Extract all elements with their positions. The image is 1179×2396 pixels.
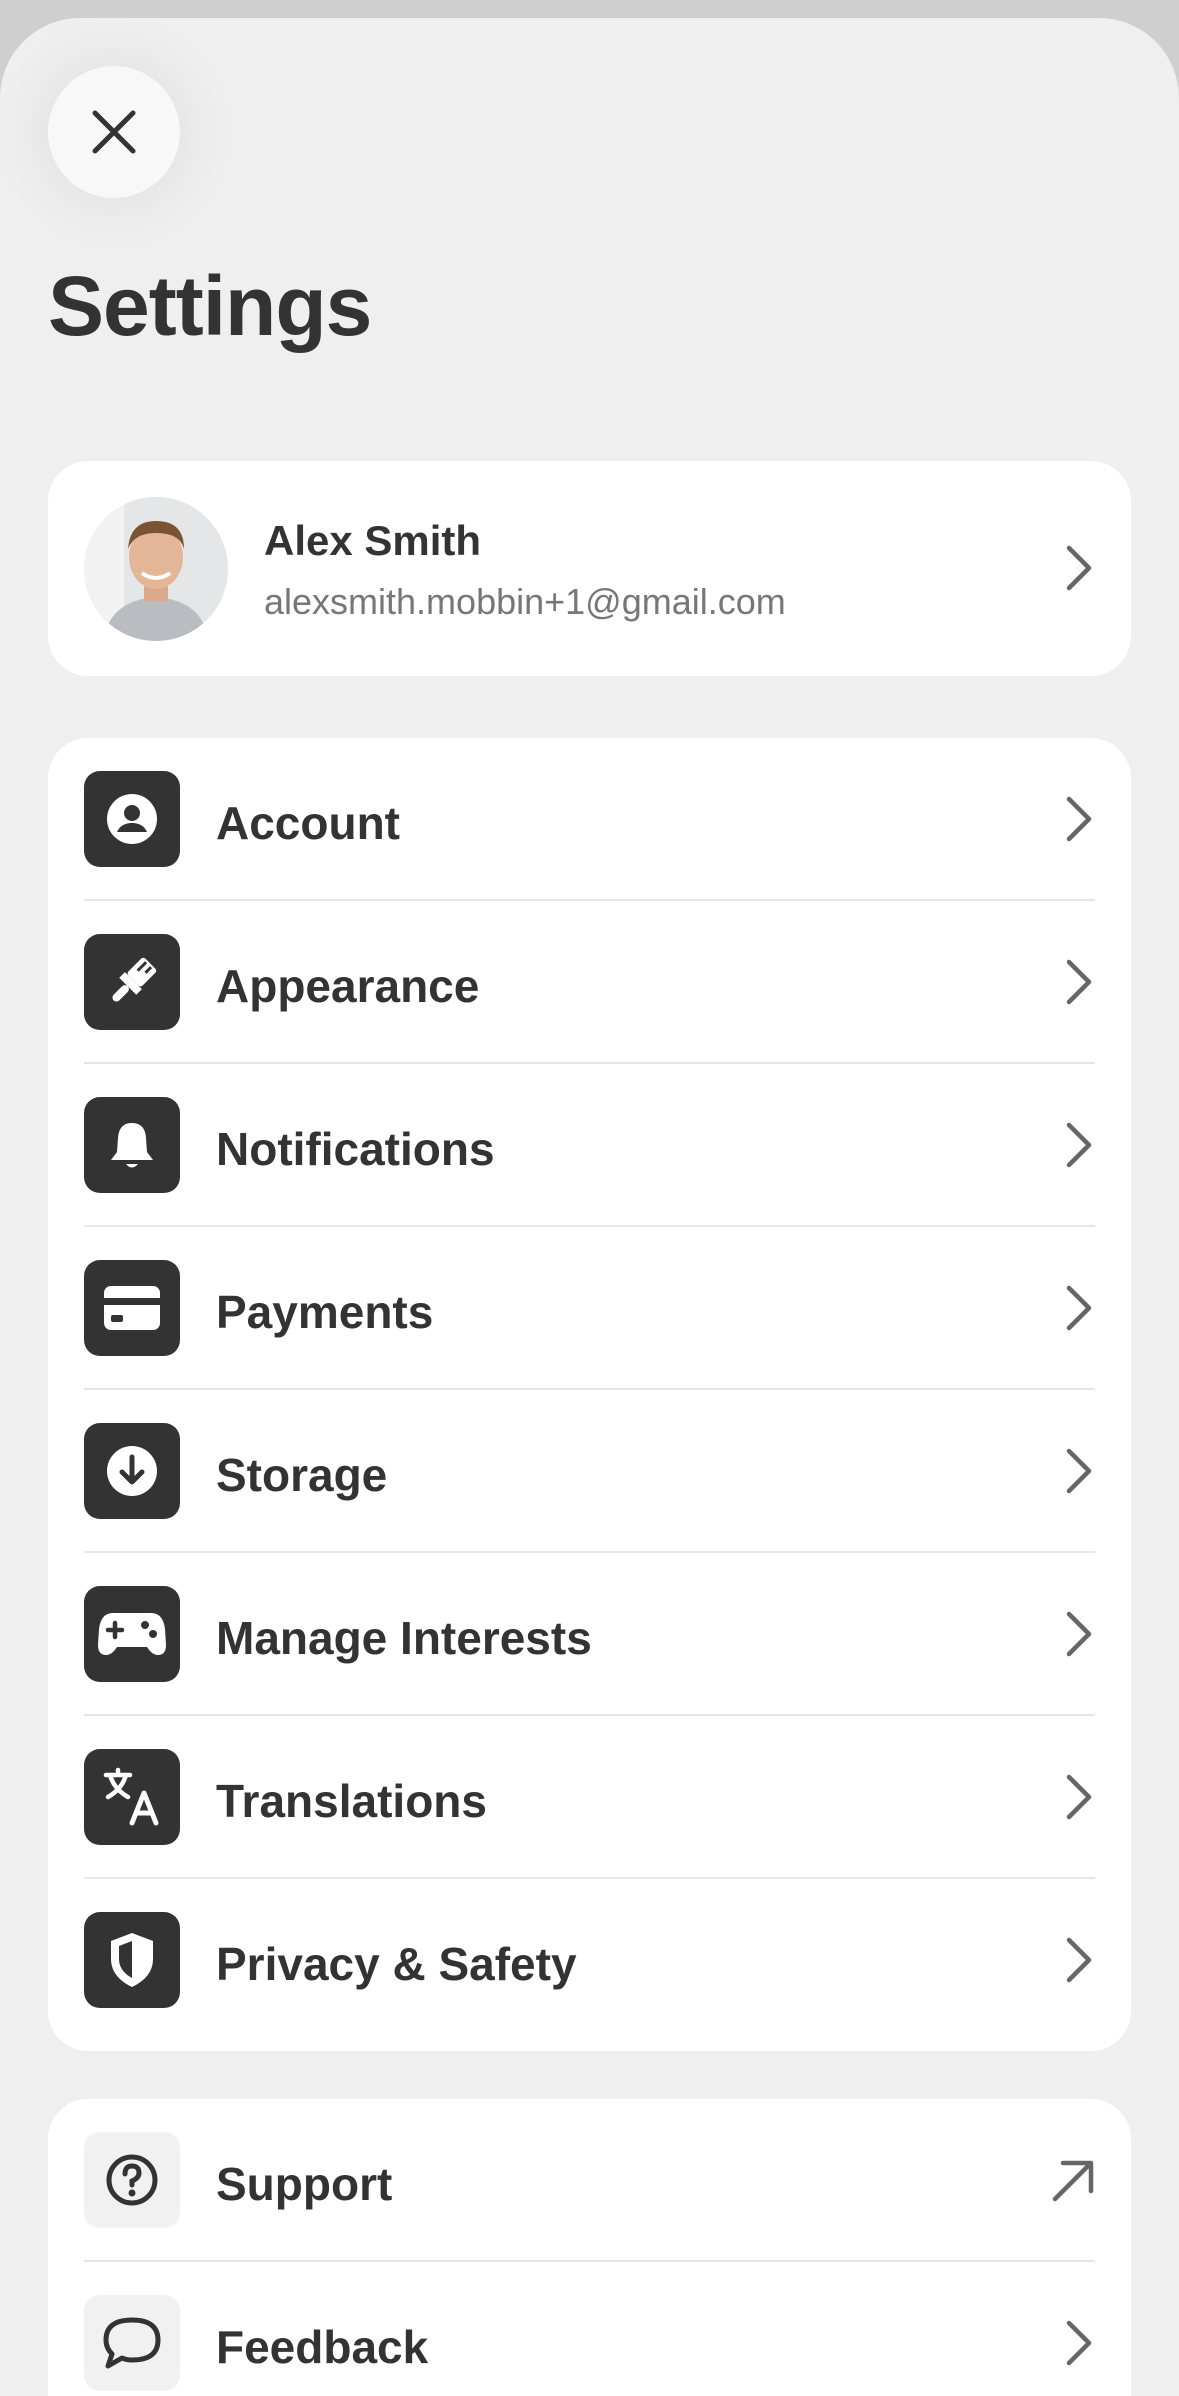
chevron-right-icon [1066, 1774, 1092, 1820]
chevron-right-icon [1066, 545, 1092, 591]
menu-item-feedback[interactable]: Feedback [84, 2262, 1095, 2396]
menu-item-label: Support [216, 2158, 393, 2210]
download-icon [84, 1423, 180, 1519]
page-title: Settings [48, 259, 372, 353]
profile-card[interactable]: Alex Smith alexsmith.mobbin+1@gmail.com [48, 461, 1131, 676]
gamepad-icon [84, 1586, 180, 1682]
shield-icon [84, 1912, 180, 2008]
menu-item-label: Storage [216, 1449, 388, 1501]
settings-sheet: Settings Alex Smith alexsmith.mobbin+1@g… [0, 18, 1179, 2396]
paintbrush-icon [84, 934, 180, 1030]
menu-item-label: Privacy & Safety [216, 1938, 577, 1990]
menu-item-appearance[interactable]: Appearance [84, 901, 1095, 1064]
chevron-right-icon [1066, 959, 1092, 1005]
menu-item-storage[interactable]: Storage [84, 1390, 1095, 1553]
account-icon [84, 771, 180, 867]
profile-name: Alex Smith [264, 517, 482, 564]
support-menu: Support Feedback [48, 2099, 1131, 2396]
menu-item-label: Notifications [216, 1123, 495, 1175]
menu-item-account[interactable]: Account [84, 738, 1095, 901]
avatar [84, 497, 228, 641]
menu-item-label: Feedback [216, 2321, 429, 2373]
translate-icon [84, 1749, 180, 1845]
menu-item-manage-interests[interactable]: Manage Interests [84, 1553, 1095, 1716]
profile-email: alexsmith.mobbin+1@gmail.com [264, 581, 786, 622]
menu-item-translations[interactable]: Translations [84, 1716, 1095, 1879]
menu-item-label: Appearance [216, 960, 480, 1012]
external-link-icon [1052, 2160, 1094, 2202]
chevron-right-icon [1066, 1937, 1092, 1983]
chevron-right-icon [1066, 1448, 1092, 1494]
chevron-right-icon [1066, 796, 1092, 842]
menu-item-privacy-safety[interactable]: Privacy & Safety [84, 1879, 1095, 2042]
card-icon [84, 1260, 180, 1356]
menu-item-support[interactable]: Support [84, 2099, 1095, 2262]
menu-item-notifications[interactable]: Notifications [84, 1064, 1095, 1227]
question-icon [84, 2132, 180, 2228]
menu-item-label: Account [216, 797, 400, 849]
close-button[interactable] [48, 66, 180, 198]
bell-icon [84, 1097, 180, 1193]
chat-bubble-icon [84, 2295, 180, 2391]
menu-item-payments[interactable]: Payments [84, 1227, 1095, 1390]
chevron-right-icon [1066, 2320, 1092, 2366]
settings-menu: Account Appearance Notifications Payment… [48, 738, 1131, 2051]
menu-item-label: Payments [216, 1286, 434, 1338]
menu-item-label: Manage Interests [216, 1612, 592, 1664]
close-icon [92, 110, 136, 154]
chevron-right-icon [1066, 1122, 1092, 1168]
menu-item-label: Translations [216, 1775, 487, 1827]
chevron-right-icon [1066, 1285, 1092, 1331]
chevron-right-icon [1066, 1611, 1092, 1657]
